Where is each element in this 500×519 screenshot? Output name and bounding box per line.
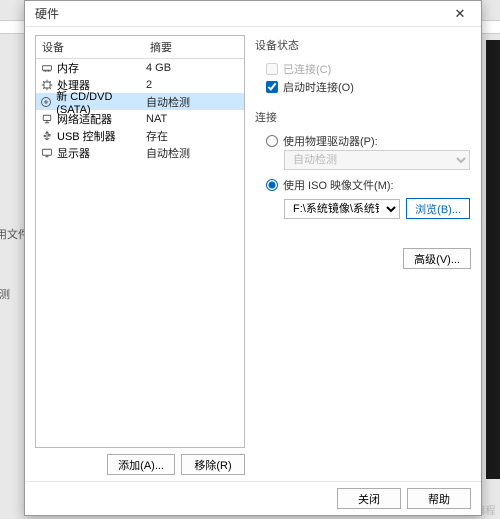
bg-text: 测 <box>0 286 10 302</box>
device-row[interactable]: USB 控制器 存在 <box>36 127 244 144</box>
connect-at-poweron-checkbox[interactable] <box>266 81 278 93</box>
status-group-title: 设备状态 <box>255 37 471 53</box>
titlebar: 硬件 ✕ <box>25 1 481 27</box>
use-iso-radio[interactable] <box>266 179 278 191</box>
use-iso-label: 使用 ISO 映像文件(M): <box>283 177 394 193</box>
col-summary: 摘要 <box>144 36 244 58</box>
hardware-dialog: 硬件 ✕ 设备 摘要 内存4 GB处理器2新 CD/DVD (SATA)自动检测… <box>24 0 482 516</box>
add-button[interactable]: 添加(A)... <box>107 454 175 475</box>
device-name: 内存 <box>57 60 79 76</box>
device-name: 网络适配器 <box>57 111 112 127</box>
use-physical-label: 使用物理驱动器(P): <box>283 133 378 149</box>
device-summary: 自动检测 <box>144 94 244 110</box>
device-name: 显示器 <box>57 145 90 161</box>
advanced-button[interactable]: 高级(V)... <box>403 248 471 269</box>
device-summary: NAT <box>144 113 244 125</box>
disc-icon <box>40 95 52 108</box>
device-row[interactable]: 新 CD/DVD (SATA)自动检测 <box>36 93 244 110</box>
device-summary: 自动检测 <box>144 145 244 161</box>
connection-group-title: 连接 <box>255 109 471 125</box>
dialog-title: 硬件 <box>35 5 59 22</box>
dialog-footer: 关闭 帮助 <box>25 481 481 515</box>
use-physical-radio[interactable] <box>266 135 278 147</box>
connect-at-poweron-label: 启动时连接(O) <box>283 79 354 95</box>
connected-label: 已连接(C) <box>283 61 331 77</box>
device-summary: 存在 <box>144 128 244 144</box>
device-summary: 4 GB <box>144 62 244 74</box>
device-list[interactable]: 设备 摘要 内存4 GB处理器2新 CD/DVD (SATA)自动检测网络适配器… <box>35 35 245 448</box>
browse-button[interactable]: 浏览(B)... <box>406 198 470 219</box>
device-row[interactable]: 内存 4 GB <box>36 59 244 76</box>
help-button[interactable]: 帮助 <box>407 488 471 509</box>
physical-drive-select: 自动检测 <box>284 150 470 170</box>
device-name: USB 控制器 <box>57 128 116 144</box>
network-icon <box>40 112 53 125</box>
device-summary: 2 <box>144 79 244 91</box>
device-list-header: 设备 摘要 <box>36 36 244 59</box>
remove-button[interactable]: 移除(R) <box>181 454 245 475</box>
display-icon <box>40 146 53 159</box>
close-button[interactable]: 关闭 <box>337 488 401 509</box>
usb-icon <box>40 129 53 142</box>
iso-path-select[interactable]: F:\系统镜像\系统镜像iso\ubun <box>284 199 400 219</box>
col-device: 设备 <box>36 36 144 58</box>
close-icon[interactable]: ✕ <box>445 4 475 24</box>
device-row[interactable]: 显示器 自动检测 <box>36 144 244 161</box>
memory-icon <box>40 61 53 74</box>
device-row[interactable]: 网络适配器 NAT <box>36 110 244 127</box>
connected-checkbox <box>266 63 278 75</box>
